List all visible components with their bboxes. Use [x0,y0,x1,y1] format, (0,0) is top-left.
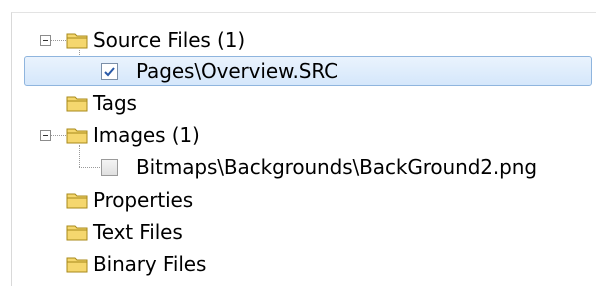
tree-node-pages-overview[interactable]: Pages\Overview.SRC [0,56,596,86]
tree-node-label: Properties [93,188,194,212]
collapse-minus-icon[interactable] [40,35,51,46]
tree-node-images[interactable]: Images (1) [0,120,596,150]
tree-node-tags[interactable]: Tags [0,88,596,118]
checkmark-icon [104,67,115,77]
folder-icon [66,225,88,241]
tree-node-binary-files[interactable]: Binary Files [0,249,596,279]
folder-icon [66,257,88,273]
tree-node-text-files[interactable]: Text Files [0,217,596,247]
tree-node-label: Tags [93,91,137,115]
tree-node-label: Text Files [93,220,183,244]
tree-node-label: Binary Files [93,252,207,276]
folder-icon [66,193,88,209]
tree-node-label: Source Files (1) [93,28,246,52]
tree-node-background-image[interactable]: Bitmaps\Backgrounds\BackGround2.png [0,152,596,182]
tree-node-label: Images (1) [93,123,200,147]
node-checkbox[interactable] [101,159,118,176]
folder-icon [66,128,88,144]
tree-node-properties[interactable]: Properties [0,185,596,215]
folder-icon [66,96,88,112]
tree-node-label: Pages\Overview.SRC [136,59,339,83]
tree-node-label: Bitmaps\Backgrounds\BackGround2.png [136,155,537,179]
tree-node-source-files[interactable]: Source Files (1) [0,25,596,55]
folder-icon [66,33,88,49]
collapse-minus-icon[interactable] [40,130,51,141]
node-checkbox[interactable] [101,63,118,80]
